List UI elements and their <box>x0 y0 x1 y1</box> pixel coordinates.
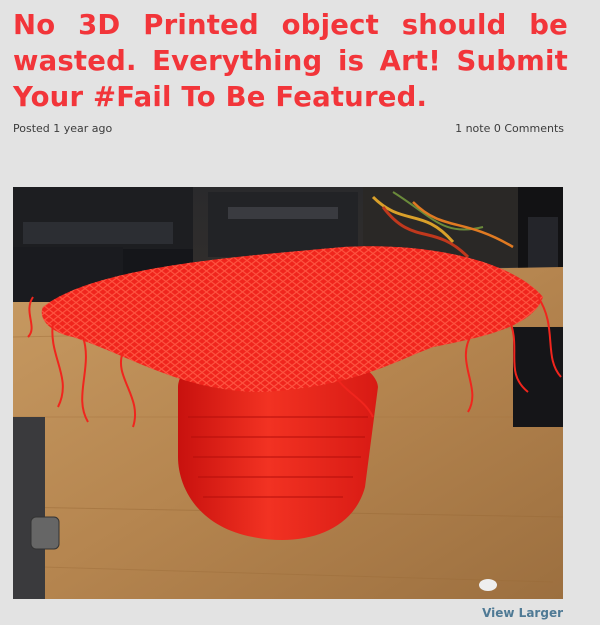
post-photo[interactable] <box>13 187 563 599</box>
comments-link[interactable]: 0 Comments <box>494 122 564 135</box>
posted-date[interactable]: Posted 1 year ago <box>13 122 112 135</box>
post-title[interactable]: No 3D Printed object should be wasted. E… <box>13 7 568 115</box>
notes-link[interactable]: 1 note <box>455 122 490 135</box>
post-stats: 1 note 0 Comments <box>455 122 564 135</box>
view-larger-link[interactable]: View Larger <box>482 606 563 620</box>
post-meta: Posted 1 year ago 1 note 0 Comments <box>13 122 564 135</box>
